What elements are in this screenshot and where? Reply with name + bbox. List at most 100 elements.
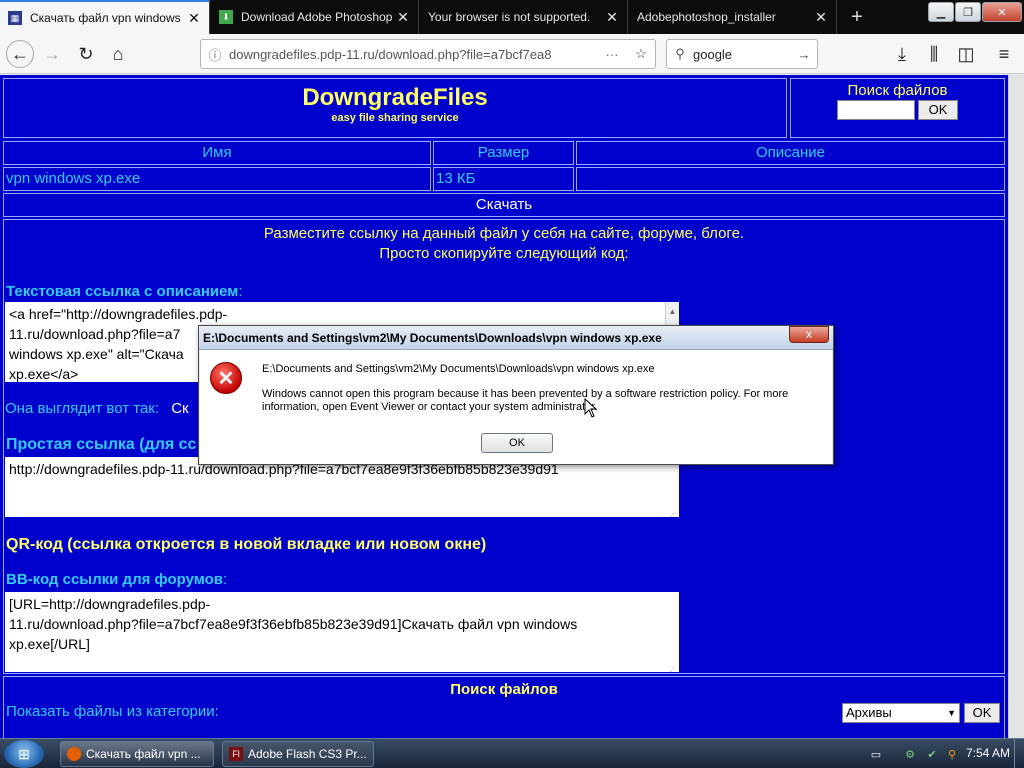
taskbar-item-flash[interactable]: Fl Adobe Flash CS3 Pr... [222,741,374,767]
file-name-cell: vpn windows xp.exe [3,167,431,191]
page-scrollbar[interactable] [1008,75,1024,738]
security-icon[interactable]: ✔ [924,746,940,762]
preview-label: Она выглядит вот так: [5,400,160,417]
bb-code-line: [URL=http://downgradefiles.pdp- [9,596,211,612]
error-icon: ✕ [210,362,242,394]
text-link-code-line: <a href="http://downgradefiles.pdp- [9,306,228,322]
category-select[interactable]: Архивы ▼ [842,703,960,723]
close-window-button[interactable]: ✕ [982,2,1022,22]
dialog-body: ✕ E:\Documents and Settings\vm2\My Docum… [200,350,832,464]
file-search-section: Поиск файлов Показать файлы из категории… [3,676,1005,738]
firefox-icon [67,747,81,761]
bb-code-label: BB-код ссылки для форумов: [6,571,227,588]
dialog-ok-button[interactable]: OK [481,433,553,453]
search-icon: ⚲ [675,46,685,61]
header-search-input[interactable] [837,100,915,120]
bb-code-label-colon: : [223,571,228,588]
sidebar-icon[interactable]: ◫ [952,40,980,68]
category-selected-value: Архивы [846,705,892,720]
close-tab-icon[interactable]: ✕ [812,9,830,26]
dialog-close-button[interactable]: x [789,326,829,343]
site-info-icon[interactable]: ⓘ [201,45,229,64]
share-instruction-line2: Просто скопируйте следующий код: [379,245,629,262]
home-icon[interactable]: ⌂ [104,40,132,68]
bookmark-star-icon[interactable]: ☆ [627,46,655,62]
library-icon[interactable]: ⫼ [920,40,948,68]
resize-grip-icon[interactable]: ⋰ [667,662,677,672]
dialog-file-path: E:\Documents and Settings\vm2\My Documen… [262,363,655,375]
column-header-name: Имя [3,141,431,165]
url-text: downgradefiles.pdp-11.ru/download.php?fi… [229,46,552,62]
tab-title: Download Adobe Photoshop [241,10,393,24]
dialog-title[interactable]: E:\Documents and Settings\vm2\My Documen… [199,326,833,350]
tab-photoshop-installer[interactable]: Adobephotoshop_installer ✕ [629,0,837,34]
close-tab-icon[interactable]: ✕ [394,9,412,26]
maximize-window-button[interactable]: ❐ [955,2,981,22]
file-search-title: Поиск файлов [450,681,558,698]
preview-link[interactable]: Ск [171,400,188,417]
category-ok-button[interactable]: OK [964,703,1000,723]
taskbar-item-label: Скачать файл vpn ... [86,747,201,761]
file-description-cell [576,167,1005,191]
forward-arrow-icon[interactable]: → [38,40,66,68]
chevron-down-icon: ▼ [947,708,956,718]
header-search-label: Поиск файлов [847,82,948,99]
tab-download-photoshop[interactable]: ⬇ Download Adobe Photoshop ✕ [211,0,419,34]
site-logo-title[interactable]: DowngradeFiles [4,84,786,112]
bb-code-label-text: BB-код ссылки для форумов [6,571,223,588]
search-input[interactable]: google [693,47,791,62]
menu-hamburger-icon[interactable]: ≡ [990,40,1018,68]
page-actions-icon[interactable]: ··· [597,47,627,62]
close-tab-icon[interactable]: ✕ [185,10,203,27]
taskbar-item-label: Adobe Flash CS3 Pr... [248,747,367,761]
clock[interactable]: 7:54 AM [966,746,1010,760]
text-link-label-colon: : [238,283,243,300]
search-box[interactable]: ⚲ google → [666,39,818,69]
tab-title: Your browser is not supported. [428,10,591,24]
mouse-cursor-icon [584,398,598,418]
flash-icon: Fl [229,747,243,761]
text-link-label: Текстовая ссылка с описанием: [6,283,243,300]
tab-title: Adobephotoshop_installer [637,10,776,24]
column-header-description: Описание [576,141,1005,165]
close-tab-icon[interactable]: ✕ [603,9,621,26]
tab-title: Скачать файл vpn windows [30,11,181,25]
category-label: Показать файлы из категории: [6,703,219,720]
preview-row: Она выглядит вот так: Ск [5,400,189,417]
reload-icon[interactable]: ↻ [72,40,100,68]
site-header: DowngradeFiles easy file sharing service [3,78,787,138]
tab-active[interactable]: ▦ Скачать файл vpn windows ✕ [0,0,210,34]
download-link[interactable]: Скачать [3,193,1005,217]
back-arrow-icon[interactable]: ← [6,40,34,68]
header-search-ok-button[interactable]: OK [918,100,958,120]
simple-link-label: Простая ссылка (для сс [6,436,197,453]
search-go-arrow-icon[interactable]: → [791,47,817,62]
minimize-window-button[interactable]: ▁ [928,2,954,22]
new-tab-button[interactable]: + [842,0,872,34]
bb-code-line: xp.exe[/URL] [9,636,90,652]
address-bar[interactable]: ⓘ downgradefiles.pdp-11.ru/download.php?… [200,39,656,69]
start-button-icon[interactable]: ⊞ [4,740,44,768]
qr-code-link[interactable]: QR-код (ссылка откроется в новой вкладке… [6,536,486,554]
windows-taskbar: ⊞ Скачать файл vpn ... Fl Adobe Flash CS… [0,738,1024,768]
search-tray-icon[interactable]: ⚲ [944,746,960,762]
header-search-panel: Поиск файлов OK [790,78,1005,138]
tab-browser-not-supported[interactable]: Your browser is not supported. ✕ [420,0,628,34]
share-instruction-line1: Разместите ссылку на данный файл у себя … [263,225,745,242]
resize-grip-icon[interactable]: ⋰ [667,507,677,517]
keyboard-icon[interactable]: ▭ [868,746,884,762]
show-desktop-button[interactable] [1014,739,1024,768]
bb-code-line: 11.ru/download.php?file=a7bcf7ea8e9f3f36… [9,616,578,632]
bb-code-textarea[interactable]: [URL=http://downgradefiles.pdp- 11.ru/do… [5,592,679,672]
text-link-label-text: Текстовая ссылка с описанием [6,283,239,300]
site-favicon-icon: ▦ [8,11,22,25]
taskbar-item-browser[interactable]: Скачать файл vpn ... [60,741,214,767]
network-icon[interactable]: ⚙ [902,746,918,762]
column-header-size: Размер [433,141,574,165]
green-download-favicon-icon: ⬇ [219,10,233,24]
browser-tab-strip: ▦ Скачать файл vpn windows ✕ ⬇ Download … [0,0,1024,34]
downloads-icon[interactable]: ⤓ [888,40,916,68]
error-dialog: E:\Documents and Settings\vm2\My Documen… [198,325,834,465]
dialog-message: Windows cannot open this program because… [262,388,789,413]
simple-link-textarea[interactable]: http://downgradefiles.pdp-11.ru/download… [5,457,679,517]
